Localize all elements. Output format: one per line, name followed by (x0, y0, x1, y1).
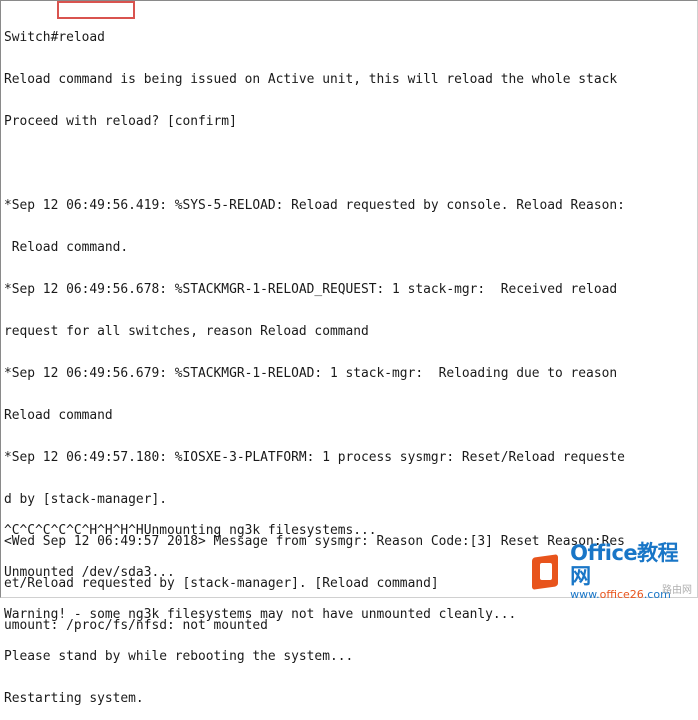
prompt: Switch# (4, 31, 59, 45)
terminal-line: Reload command. (4, 241, 129, 255)
terminal-line: Warning! - some ng3k filesystems may not… (4, 608, 517, 622)
office-logo-icon (532, 552, 566, 590)
terminal-line: Please stand by while rebooting the syst… (4, 650, 354, 664)
terminal-line: *Sep 12 06:49:56.679: %STACKMGR-1-RELOAD… (4, 367, 618, 381)
terminal-line: request for all switches, reason Reload … (4, 325, 369, 339)
prompt-line: Switch#reload (4, 31, 698, 45)
terminal-output-bottom[interactable]: ^C^C^C^C^C^H^H^H^HUnmounting ng3k filesy… (4, 496, 698, 720)
corner-watermark: 路由网 (662, 585, 692, 596)
terminal-line: *Sep 12 06:49:56.678: %STACKMGR-1-RELOAD… (4, 283, 618, 297)
terminal-line: ^C^C^C^C^C^H^H^H^HUnmounting ng3k filesy… (4, 524, 377, 538)
terminal-line: Proceed with reload? [confirm] (4, 115, 237, 129)
terminal-line: Reload command is being issued on Active… (4, 73, 618, 87)
command-text: reload (58, 31, 105, 45)
terminal-line: Reload command (4, 409, 113, 423)
terminal-line: Restarting system. (4, 692, 144, 706)
terminal-line: *Sep 12 06:49:57.180: %IOSXE-3-PLATFORM:… (4, 451, 625, 465)
terminal-line: *Sep 12 06:49:56.419: %SYS-5-RELOAD: Rel… (4, 199, 625, 213)
